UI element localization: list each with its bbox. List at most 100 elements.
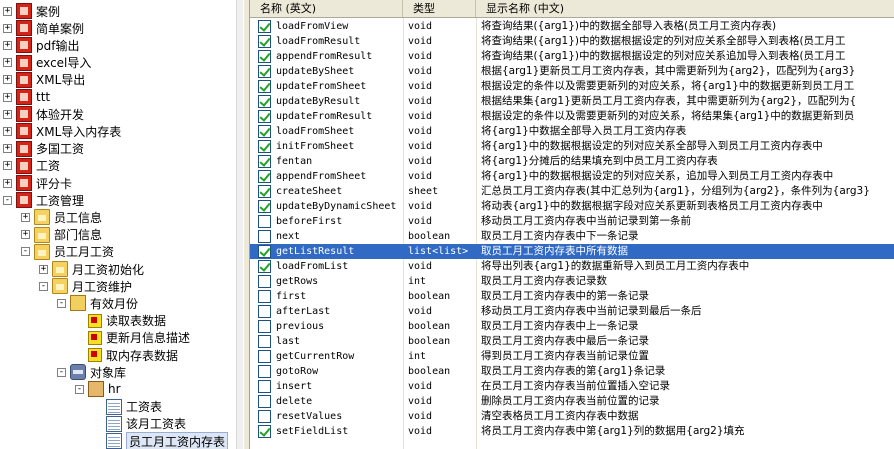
panel-splitter[interactable]: [243, 0, 250, 449]
table-row[interactable]: updateFromResult void 根据设定的条件以及需要更新列的对应关系，…: [250, 109, 894, 124]
table-row[interactable]: appendFromResult void 将查询结果({arg1})中的数据根据设…: [250, 49, 894, 64]
collapse-icon[interactable]: -: [3, 195, 12, 205]
collapse-icon[interactable]: -: [57, 367, 66, 377]
table-row[interactable]: getCurrentRow int 得到员工月工资内存表当前记录位置: [250, 349, 894, 364]
table-row[interactable]: updateFromSheet void 根据设定的条件以及需要更新列的对应关系，将…: [250, 79, 894, 94]
tree-node[interactable]: + 工资: [3, 157, 60, 175]
expand-icon[interactable]: +: [21, 212, 30, 222]
row-checkbox[interactable]: [258, 425, 271, 438]
row-checkbox[interactable]: [258, 185, 271, 198]
table-row[interactable]: getRows int 取员工月工资内存表记录数: [250, 274, 894, 289]
table-row[interactable]: fentan void 将{arg1}分摊后的结果填充到中员工月工资内存表: [250, 154, 894, 169]
table-row[interactable]: createSheet sheet 汇总员工月工资内存表(其中汇总列为{arg1}，…: [250, 184, 894, 199]
table-row[interactable]: appendFromSheet void 将{arg1}中的数据根据设定的列对应关系…: [250, 169, 894, 184]
table-row[interactable]: delete void 删除员工月工资内存表当前位置的记录: [250, 394, 894, 409]
expand-icon[interactable]: +: [3, 92, 12, 102]
row-checkbox[interactable]: [258, 50, 271, 63]
expand-icon[interactable]: +: [3, 126, 12, 136]
tree-node[interactable]: + 评分卡: [3, 174, 72, 192]
tree-node[interactable]: - 员工月工资: [21, 243, 114, 261]
table-row[interactable]: loadFromList void 将导出列表{arg1}的数据重新导入到员工月工资…: [250, 259, 894, 274]
row-checkbox[interactable]: [258, 410, 271, 423]
table-row[interactable]: afterLast void 移动员工月工资内存表中当前记录到最后一条后: [250, 304, 894, 319]
expand-icon[interactable]: +: [3, 178, 12, 188]
tree-node[interactable]: + 多国工资: [3, 140, 84, 158]
tree-node[interactable]: 该月工资表: [93, 415, 186, 433]
tree-node[interactable]: 更新月信息描述: [75, 329, 190, 347]
row-checkbox[interactable]: [258, 260, 271, 273]
row-checkbox[interactable]: [258, 365, 271, 378]
collapse-icon[interactable]: -: [39, 281, 48, 291]
tree-node[interactable]: + excel导入: [3, 54, 91, 72]
table-row[interactable]: loadFromResult void 将查询结果({arg1})中的数据根据设定的…: [250, 34, 894, 49]
row-checkbox[interactable]: [258, 245, 271, 258]
tree-node[interactable]: + 员工信息: [21, 208, 102, 226]
header-display-name[interactable]: 显示名称 (中文): [476, 0, 894, 17]
row-checkbox[interactable]: [258, 110, 271, 123]
table-row[interactable]: setFieldList void 将员工月工资内存表中第{arg1}列的数据用{a…: [250, 424, 894, 439]
row-checkbox[interactable]: [258, 320, 271, 333]
table-row[interactable]: getListResult list<list> 取员工月工资内存表中所有数据: [250, 244, 894, 259]
collapse-icon[interactable]: -: [21, 247, 30, 257]
table-row[interactable]: last boolean 取员工月工资内存表中最后一条记录: [250, 334, 894, 349]
tree-node[interactable]: + 体验开发: [3, 105, 84, 123]
row-checkbox[interactable]: [258, 35, 271, 48]
collapse-icon[interactable]: -: [57, 298, 66, 308]
table-row[interactable]: initFromSheet void 将{arg1}中的数据根据设定的列对应关系全部…: [250, 139, 894, 154]
tree-node[interactable]: - hr: [75, 380, 121, 398]
tree-node[interactable]: + pdf输出: [3, 36, 79, 54]
table-row[interactable]: updateBySheet void 根据{arg1}更新员工月工资内存表，其中需更…: [250, 64, 894, 79]
row-checkbox[interactable]: [258, 335, 271, 348]
expand-icon[interactable]: +: [3, 58, 12, 68]
row-checkbox[interactable]: [258, 230, 271, 243]
row-checkbox[interactable]: [258, 65, 271, 78]
tree-node[interactable]: + XML导入内存表: [3, 122, 121, 140]
header-type[interactable]: 类型: [403, 0, 476, 17]
tree-node[interactable]: - 有效月份: [57, 294, 138, 312]
tree-node[interactable]: 员工月工资内存表: [93, 431, 229, 449]
expand-icon[interactable]: +: [39, 264, 48, 274]
table-row[interactable]: gotoRow boolean 取员工月工资内存表的第{arg1}条记录: [250, 364, 894, 379]
table-row[interactable]: updateByDynamicSheet void 将动表{arg1}中的数据根据字…: [250, 199, 894, 214]
table-row[interactable]: resetValues void 清空表格员工月工资内存表中数据: [250, 409, 894, 424]
row-checkbox[interactable]: [258, 395, 271, 408]
tree-node[interactable]: + ttt: [3, 88, 50, 106]
tree-node[interactable]: + 部门信息: [21, 226, 102, 244]
tree-node[interactable]: + 月工资初始化: [39, 260, 144, 278]
row-checkbox[interactable]: [258, 305, 271, 318]
row-checkbox[interactable]: [258, 80, 271, 93]
table-row[interactable]: beforeFirst void 移动员工月工资内存表中当前记录到第一条前: [250, 214, 894, 229]
table-row[interactable]: previous boolean 取员工月工资内存表中上一条记录: [250, 319, 894, 334]
expand-icon[interactable]: +: [3, 144, 12, 154]
row-checkbox[interactable]: [258, 20, 271, 33]
expand-icon[interactable]: +: [3, 161, 12, 171]
expand-icon[interactable]: +: [3, 40, 12, 50]
table-row[interactable]: insert void 在员工月工资内存表当前位置插入空记录: [250, 379, 894, 394]
table-row[interactable]: first boolean 取员工月工资内存表中的第一条记录: [250, 289, 894, 304]
expand-icon[interactable]: +: [3, 75, 12, 85]
tree-node[interactable]: 取内存表数据: [75, 346, 178, 364]
row-checkbox[interactable]: [258, 380, 271, 393]
row-checkbox[interactable]: [258, 125, 271, 138]
tree-node[interactable]: + 案例: [3, 2, 60, 20]
table-row[interactable]: updateByResult void 根据结果集{arg1}更新员工月工资内存表，…: [250, 94, 894, 109]
row-checkbox[interactable]: [258, 155, 271, 168]
expand-icon[interactable]: +: [3, 109, 12, 119]
row-checkbox[interactable]: [258, 215, 271, 228]
table-row[interactable]: loadFromView void 将查询结果({arg1})中的数据全部导入表格(…: [250, 19, 894, 34]
table-row[interactable]: next boolean 取员工月工资内存表中下一条记录: [250, 229, 894, 244]
row-checkbox[interactable]: [258, 170, 271, 183]
tree-node[interactable]: + 简单案例: [3, 19, 84, 37]
row-checkbox[interactable]: [258, 140, 271, 153]
tree-node[interactable]: + XML导出: [3, 71, 85, 89]
tree-node[interactable]: 读取表数据: [75, 312, 166, 330]
tree-node[interactable]: - 对象库: [57, 363, 126, 381]
tree-node[interactable]: - 工资管理: [3, 191, 84, 209]
row-checkbox[interactable]: [258, 290, 271, 303]
tree-node[interactable]: - 月工资维护: [39, 277, 132, 295]
row-checkbox[interactable]: [258, 200, 271, 213]
row-checkbox[interactable]: [258, 95, 271, 108]
header-name[interactable]: 名称 (英文): [250, 0, 403, 17]
expand-icon[interactable]: +: [3, 23, 12, 33]
row-checkbox[interactable]: [258, 275, 271, 288]
